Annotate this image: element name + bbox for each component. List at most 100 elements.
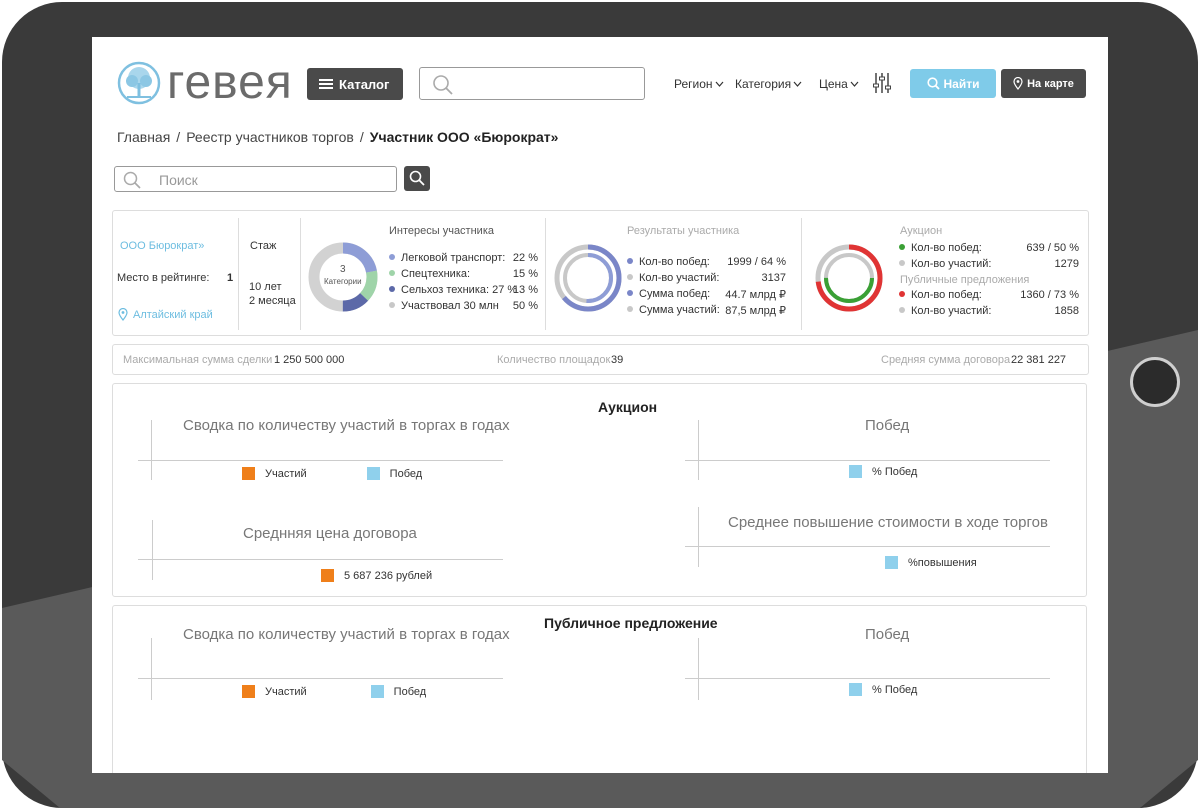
stat-row-text: Сумма участий:	[639, 304, 720, 316]
filter-category-label: Категория	[735, 77, 792, 91]
stat-row-text: Кол-во побед:	[639, 256, 710, 268]
home-button[interactable]	[1130, 357, 1180, 407]
chevron-down-icon	[850, 81, 859, 87]
auction-section: Аукцион Сводка по количеству участий в т…	[112, 383, 1087, 597]
legend-swatch-orange	[321, 569, 334, 582]
menu-icon	[319, 79, 333, 89]
legend-dot	[627, 306, 633, 312]
sliders-icon[interactable]	[872, 72, 892, 94]
auction-participation-legend: Участий Побед	[242, 467, 422, 480]
stat-row-label: Кол-во побед:	[899, 242, 982, 254]
participant-name[interactable]: ООО Бюрократ»	[120, 240, 204, 252]
catalog-label: Каталог	[339, 76, 390, 92]
price-increase-chart-title: Среднее повышение стоимости в ходе торго…	[728, 514, 1048, 531]
search-icon	[409, 170, 425, 186]
breadcrumb-separator: /	[359, 129, 364, 145]
stat-row-label: Кол-во участий:	[899, 258, 992, 270]
location-pin-icon	[118, 308, 128, 321]
stat-row-text: Участвовал 30 млн	[401, 300, 499, 312]
legend-dot	[899, 260, 905, 266]
experience-months: 2 месяца	[249, 295, 296, 307]
stat-row-value: 3137	[761, 272, 786, 284]
legend-dot	[627, 290, 633, 296]
legend-wins-percent: % Побед	[872, 465, 918, 478]
auction-wins-legend: % Побед	[849, 465, 917, 478]
stat-row-label: Кол-во побед:	[627, 256, 710, 268]
experience-label: Стаж	[250, 240, 277, 252]
legend-participations: Участий	[265, 467, 307, 480]
avg-contract-value: 22 381 227	[1011, 354, 1067, 366]
legend-dot	[389, 270, 395, 276]
stat-row-value: 1999 / 64 %	[727, 256, 786, 268]
filter-category[interactable]: Категория	[735, 77, 802, 91]
interests-center-count: 3	[340, 264, 346, 275]
breadcrumb-registry[interactable]: Реестр участников торгов	[186, 129, 354, 145]
stat-row-text: Кол-во участий:	[911, 258, 992, 270]
legend-increase: %повышения	[908, 556, 977, 569]
legend-avg-contract: 5 687 236 рублей	[344, 569, 433, 582]
avg-contract-label: Средняя сумма договора	[881, 354, 1011, 366]
auction-wins-chart-title: Побед	[865, 417, 910, 434]
auction-participation-chart-title: Сводка по количеству участий в торгах в …	[183, 417, 510, 434]
platforms-label: Количество площадок	[497, 354, 611, 366]
stat-row-label: Сумма побед:	[627, 288, 710, 300]
participant-search-button[interactable]	[404, 166, 430, 191]
stat-row-value: 22 %	[512, 252, 538, 264]
legend-wins: Побед	[389, 467, 423, 480]
participant-region[interactable]: Алтайский край	[133, 309, 213, 321]
chevron-down-icon	[793, 81, 802, 87]
find-label: Найти	[943, 76, 980, 91]
search-icon	[123, 171, 141, 189]
search-icon	[433, 75, 453, 95]
auction-donut-chart	[815, 244, 883, 312]
tree-logo-icon	[117, 61, 161, 105]
breadcrumb-home[interactable]: Главная	[117, 129, 170, 145]
legend-swatch-orange	[242, 467, 255, 480]
stat-row-value: 639 / 50 %	[1026, 242, 1079, 254]
logo-text: гевея	[167, 56, 293, 109]
catalog-button[interactable]: Каталог	[307, 68, 403, 100]
stat-row-label: Участвовал 30 млн	[389, 300, 499, 312]
logo[interactable]: гевея	[117, 56, 293, 109]
filter-region-label: Регион	[674, 77, 713, 91]
legend-dot	[389, 286, 395, 292]
legend-wins-percent: % Побед	[872, 683, 918, 696]
stat-row-value: 1858	[1054, 305, 1079, 317]
max-deal-label: Максимальная сумма сделки	[123, 354, 273, 366]
stat-row-label: Сумма участий:	[627, 304, 720, 316]
legend-swatch-blue	[885, 556, 898, 569]
stat-row-text: Кол-во побед:	[911, 289, 982, 301]
stat-row-text: Сумма побед:	[639, 288, 711, 300]
search-icon	[926, 77, 940, 90]
public-section-title: Публичное предложение	[544, 615, 718, 631]
stat-row-label: Кол-во участий:	[627, 272, 720, 284]
legend-swatch-blue	[849, 465, 862, 478]
header-search-input[interactable]	[419, 67, 645, 100]
legend-dot	[389, 254, 395, 260]
participant-stats-panel: ООО Бюрократ» Место в рейтинге: 1 Алтайс…	[112, 210, 1089, 336]
find-button[interactable]: Найти	[910, 69, 996, 98]
rating-label: Место в рейтинге:	[117, 272, 210, 284]
legend-dot	[627, 274, 633, 280]
public-offer-section: Публичное предложение Сводка по количест…	[112, 605, 1087, 773]
map-pin-icon	[1013, 77, 1023, 90]
map-label: На карте	[1027, 77, 1074, 90]
experience-years: 10 лет	[249, 281, 282, 293]
stat-row-label: Легковой транспорт:	[389, 252, 505, 264]
participant-search-input[interactable]: Поиск	[114, 166, 397, 192]
stat-row-text: Легковой транспорт:	[401, 252, 506, 264]
legend-dot	[627, 258, 633, 264]
legend-dot	[899, 244, 905, 250]
map-button[interactable]: На карте	[1001, 69, 1086, 98]
stat-row-value: 13 %	[512, 284, 538, 296]
legend-swatch-blue	[849, 683, 862, 696]
max-deal-value: 1 250 500 000	[274, 354, 345, 366]
legend-swatch-orange	[242, 685, 255, 698]
filter-price[interactable]: Цена	[819, 77, 859, 91]
stat-row-text: Спецтехника:	[401, 268, 471, 280]
interests-center-label: Категории	[324, 277, 362, 286]
rating-value: 1	[227, 272, 234, 284]
stat-row-value: 87,5 млрд ₽	[725, 305, 786, 317]
legend-dot	[389, 302, 395, 308]
filter-region[interactable]: Регион	[674, 77, 724, 91]
